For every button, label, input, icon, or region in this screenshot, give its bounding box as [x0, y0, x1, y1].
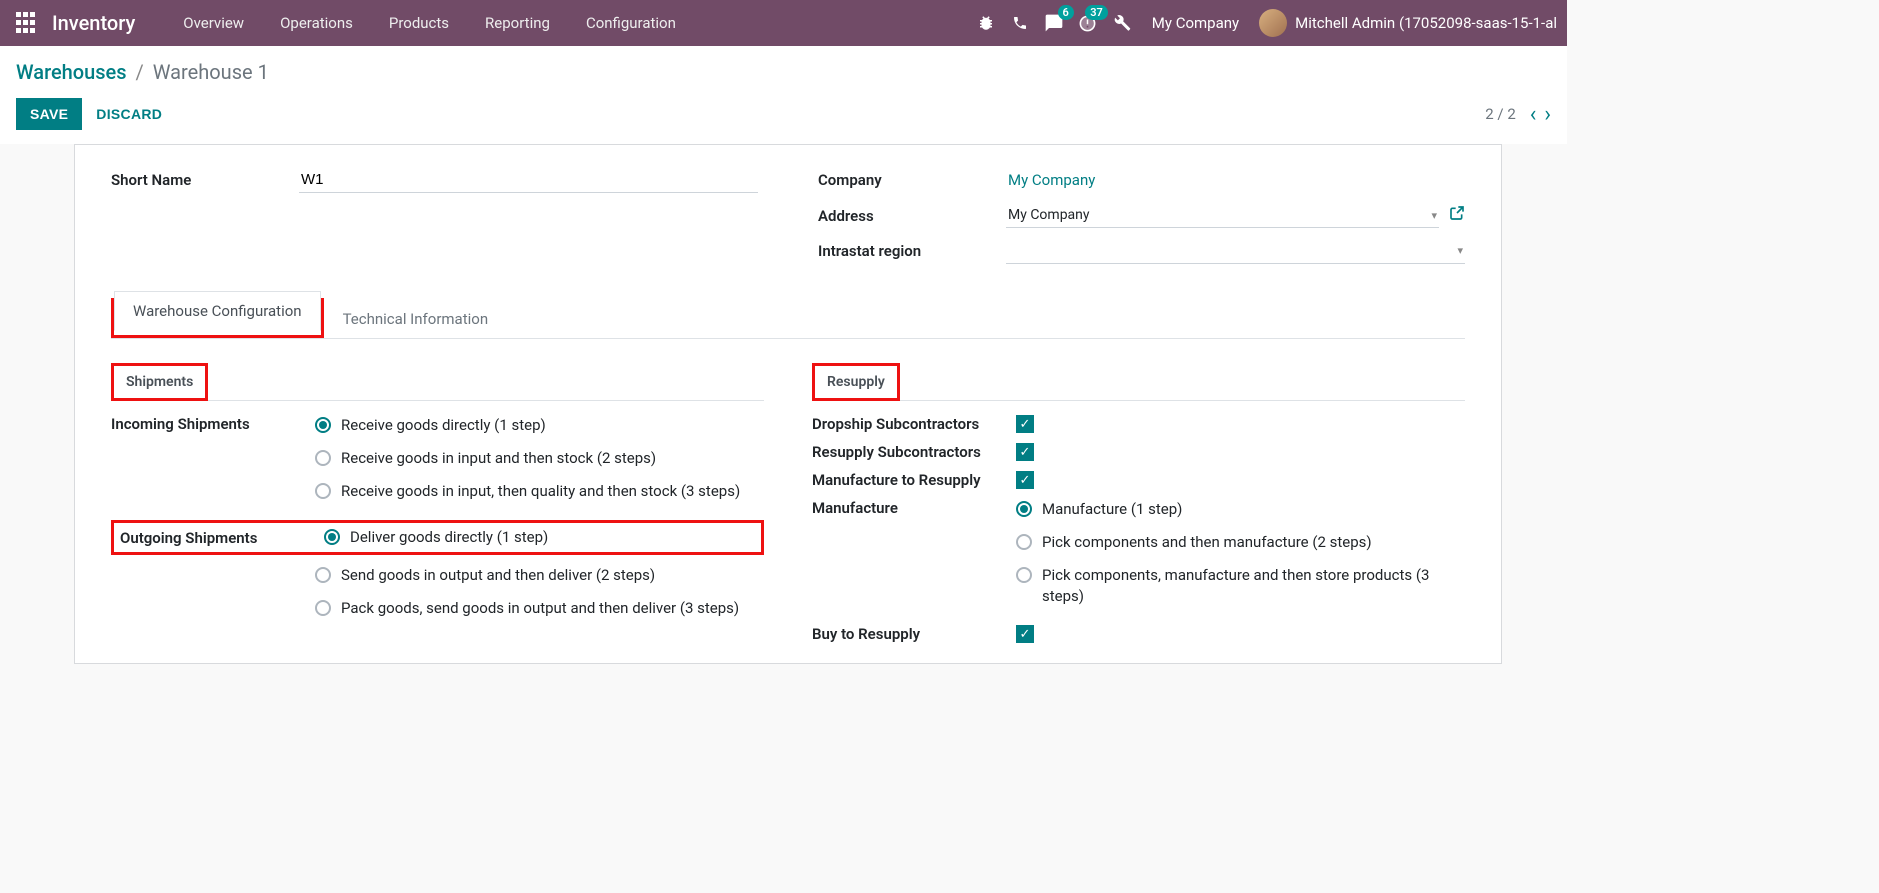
highlight-resupply-title: Resupply: [812, 363, 900, 401]
bug-icon[interactable]: [976, 13, 996, 33]
intrastat-label: Intrastat region: [818, 242, 1006, 260]
address-value: My Company: [1008, 207, 1090, 223]
user-menu[interactable]: Mitchell Admin (17052098-saas-15-1-al: [1259, 9, 1557, 37]
activity-badge: 37: [1085, 5, 1108, 20]
radio-icon: [1016, 567, 1032, 583]
outgoing-shipments-label: Outgoing Shipments: [120, 529, 306, 547]
radio-icon: [315, 600, 331, 616]
manuf-opt-3[interactable]: Pick components, manufacture and then st…: [1016, 565, 1465, 607]
buy-resupply-label: Buy to Resupply: [812, 625, 998, 643]
pager-count[interactable]: 2 / 2: [1485, 105, 1516, 123]
avatar: [1259, 9, 1287, 37]
breadcrumb-sep: /: [132, 60, 148, 84]
short-name-input[interactable]: [299, 167, 758, 193]
radio-icon: [315, 483, 331, 499]
resupply-sub-checkbox[interactable]: ✓: [1016, 443, 1034, 461]
breadcrumb-root[interactable]: Warehouses: [16, 60, 127, 84]
nav-reporting[interactable]: Reporting: [467, 2, 568, 44]
control-panel: Warehouses / Warehouse 1 SAVE DISCARD 2 …: [0, 46, 1567, 144]
resupply-title: Resupply: [817, 368, 895, 396]
highlight-outgoing-row: Outgoing Shipments Deliver goods directl…: [111, 520, 764, 555]
buy-resupply-checkbox[interactable]: ✓: [1016, 625, 1034, 643]
nav-configuration[interactable]: Configuration: [568, 2, 694, 44]
chevron-down-icon: ▾: [1431, 209, 1437, 222]
radio-icon: [1016, 501, 1032, 517]
messages-badge: 6: [1058, 5, 1074, 20]
tab-content: Shipments Incoming Shipments Receive goo…: [111, 339, 1465, 643]
outgoing-opt-3[interactable]: Pack goods, send goods in output and the…: [315, 598, 764, 619]
dropship-checkbox[interactable]: ✓: [1016, 415, 1034, 433]
user-name: Mitchell Admin (17052098-saas-15-1-al: [1295, 14, 1557, 32]
intrastat-select[interactable]: ▾: [1006, 238, 1465, 264]
company-switcher[interactable]: My Company: [1146, 14, 1245, 32]
company-value[interactable]: My Company: [1006, 167, 1465, 193]
incoming-shipments-label: Incoming Shipments: [111, 415, 297, 502]
discard-button[interactable]: DISCARD: [82, 98, 176, 130]
breadcrumb: Warehouses / Warehouse 1: [16, 60, 1551, 84]
tools-icon[interactable]: [1112, 13, 1132, 33]
form-sheet: Short Name Company My Company Address My…: [74, 144, 1502, 664]
radio-icon: [1016, 534, 1032, 550]
breadcrumb-current: Warehouse 1: [153, 60, 269, 84]
dropship-label: Dropship Subcontractors: [812, 415, 998, 433]
company-label: Company: [818, 171, 1006, 189]
tab-warehouse-config[interactable]: Warehouse Configuration: [114, 291, 321, 331]
manuf-opt-2[interactable]: Pick components and then manufacture (2 …: [1016, 532, 1465, 553]
highlight-shipments-title: Shipments: [111, 363, 208, 401]
incoming-opt-2[interactable]: Receive goods in input and then stock (2…: [315, 448, 764, 469]
tabs: Warehouse Configuration Technical Inform…: [111, 298, 1465, 339]
incoming-opt-1[interactable]: Receive goods directly (1 step): [315, 415, 764, 436]
chevron-down-icon: ▾: [1457, 244, 1463, 257]
nav-overview[interactable]: Overview: [165, 2, 262, 44]
shipments-title: Shipments: [116, 368, 203, 396]
nav-menu: Overview Operations Products Reporting C…: [165, 2, 694, 44]
address-select[interactable]: My Company ▾: [1006, 203, 1439, 228]
apps-icon[interactable]: [16, 12, 38, 34]
nav-right: 6 37 My Company Mitchell Admin (17052098…: [976, 9, 1557, 37]
radio-icon: [315, 450, 331, 466]
outgoing-opt-1[interactable]: Deliver goods directly (1 step): [324, 527, 548, 548]
radio-icon: [315, 417, 331, 433]
short-name-label: Short Name: [111, 171, 299, 189]
main-navbar: Inventory Overview Operations Products R…: [0, 0, 1567, 46]
manuf-resupply-checkbox[interactable]: ✓: [1016, 471, 1034, 489]
outgoing-opt-2[interactable]: Send goods in output and then deliver (2…: [315, 565, 764, 586]
activity-icon[interactable]: 37: [1078, 13, 1098, 33]
nav-operations[interactable]: Operations: [262, 2, 371, 44]
resupply-sub-label: Resupply Subcontractors: [812, 443, 998, 461]
save-button[interactable]: SAVE: [16, 98, 82, 130]
pager-next-icon[interactable]: ›: [1544, 102, 1551, 127]
pager-prev-icon[interactable]: ‹: [1530, 102, 1537, 127]
phone-icon[interactable]: [1010, 13, 1030, 33]
manufacture-label: Manufacture: [812, 499, 998, 607]
nav-products[interactable]: Products: [371, 2, 467, 44]
manuf-resupply-label: Manufacture to Resupply: [812, 471, 998, 489]
radio-icon: [315, 567, 331, 583]
messages-icon[interactable]: 6: [1044, 13, 1064, 33]
radio-icon: [324, 529, 340, 545]
highlight-tab-config: Warehouse Configuration: [111, 298, 324, 338]
tab-technical-info[interactable]: Technical Information: [324, 299, 508, 339]
external-link-icon[interactable]: [1449, 205, 1465, 226]
address-label: Address: [818, 207, 1006, 225]
pager: 2 / 2 ‹ ›: [1485, 102, 1551, 127]
incoming-opt-3[interactable]: Receive goods in input, then quality and…: [315, 481, 764, 502]
manuf-opt-1[interactable]: Manufacture (1 step): [1016, 499, 1465, 520]
app-brand[interactable]: Inventory: [52, 11, 135, 35]
